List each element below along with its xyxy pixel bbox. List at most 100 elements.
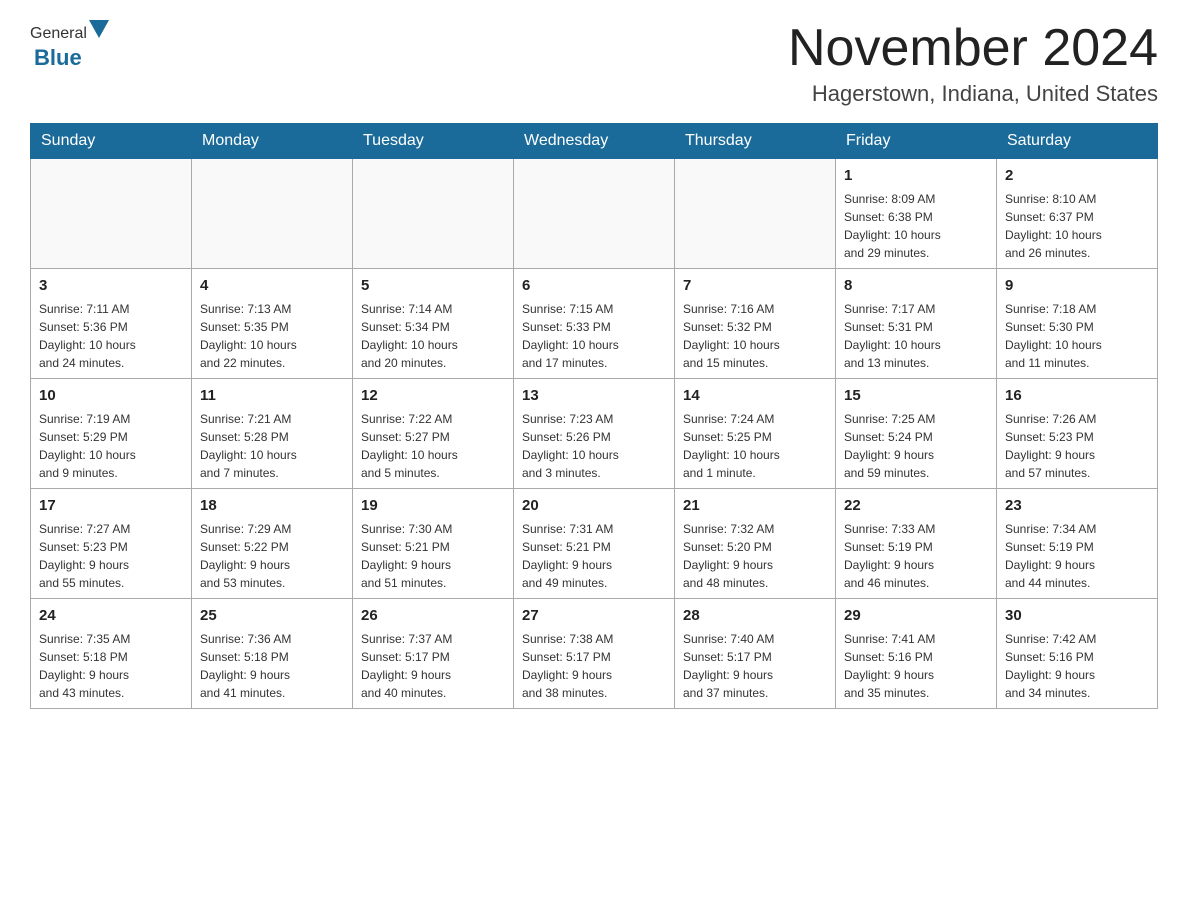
day-number: 5 <box>361 275 505 297</box>
day-info: Sunrise: 7:18 AMSunset: 5:30 PMDaylight:… <box>1005 300 1149 372</box>
day-info: Sunrise: 7:25 AMSunset: 5:24 PMDaylight:… <box>844 410 988 482</box>
logo-blue-text: Blue <box>34 45 82 71</box>
day-number: 12 <box>361 385 505 407</box>
day-info: Sunrise: 7:30 AMSunset: 5:21 PMDaylight:… <box>361 520 505 592</box>
day-of-week-header: Monday <box>192 124 353 159</box>
day-info: Sunrise: 7:29 AMSunset: 5:22 PMDaylight:… <box>200 520 344 592</box>
day-number: 26 <box>361 605 505 627</box>
day-info: Sunrise: 7:19 AMSunset: 5:29 PMDaylight:… <box>39 410 183 482</box>
calendar-cell: 8 Sunrise: 7:17 AMSunset: 5:31 PMDaylight… <box>836 269 997 379</box>
calendar-cell: 29 Sunrise: 7:41 AMSunset: 5:16 PMDayligh… <box>836 599 997 709</box>
calendar-body: 1 Sunrise: 8:09 AMSunset: 6:38 PMDaylight… <box>31 159 1158 709</box>
calendar-cell: 10 Sunrise: 7:19 AMSunset: 5:29 PMDayligh… <box>31 379 192 489</box>
day-number: 23 <box>1005 495 1149 517</box>
calendar-cell: 3Sunrise: 7:11 AMSunset: 5:36 PMDaylight… <box>31 269 192 379</box>
calendar-cell: 5 Sunrise: 7:14 AMSunset: 5:34 PMDaylight… <box>353 269 514 379</box>
day-number: 15 <box>844 385 988 407</box>
calendar-cell: 27 Sunrise: 7:38 AMSunset: 5:17 PMDayligh… <box>514 599 675 709</box>
calendar-cell: 17 Sunrise: 7:27 AMSunset: 5:23 PMDayligh… <box>31 489 192 599</box>
day-number: 11 <box>200 385 344 407</box>
day-info: Sunrise: 7:37 AMSunset: 5:17 PMDaylight:… <box>361 630 505 702</box>
calendar-cell: 2Sunrise: 8:10 AMSunset: 6:37 PMDaylight… <box>997 159 1158 269</box>
day-number: 30 <box>1005 605 1149 627</box>
calendar-cell: 23Sunrise: 7:34 AMSunset: 5:19 PMDayligh… <box>997 489 1158 599</box>
logo: General Blue <box>30 20 111 71</box>
calendar-cell <box>675 159 836 269</box>
calendar-cell: 18Sunrise: 7:29 AMSunset: 5:22 PMDayligh… <box>192 489 353 599</box>
day-info: Sunrise: 7:15 AMSunset: 5:33 PMDaylight:… <box>522 300 666 372</box>
day-number: 13 <box>522 385 666 407</box>
day-number: 4 <box>200 275 344 297</box>
day-number: 17 <box>39 495 183 517</box>
calendar-cell <box>514 159 675 269</box>
day-of-week-header: Sunday <box>31 124 192 159</box>
day-number: 21 <box>683 495 827 517</box>
day-info: Sunrise: 7:16 AMSunset: 5:32 PMDaylight:… <box>683 300 827 372</box>
day-info: Sunrise: 7:33 AMSunset: 5:19 PMDaylight:… <box>844 520 988 592</box>
day-info: Sunrise: 7:22 AMSunset: 5:27 PMDaylight:… <box>361 410 505 482</box>
days-of-week-row: SundayMondayTuesdayWednesdayThursdayFrid… <box>31 124 1158 159</box>
calendar-cell: 22 Sunrise: 7:33 AMSunset: 5:19 PMDayligh… <box>836 489 997 599</box>
day-number: 25 <box>200 605 344 627</box>
day-number: 7 <box>683 275 827 297</box>
day-info: Sunrise: 7:31 AMSunset: 5:21 PMDaylight:… <box>522 520 666 592</box>
day-info: Sunrise: 7:17 AMSunset: 5:31 PMDaylight:… <box>844 300 988 372</box>
calendar-cell: 30 Sunrise: 7:42 AMSunset: 5:16 PMDayligh… <box>997 599 1158 709</box>
day-info: Sunrise: 7:26 AMSunset: 5:23 PMDaylight:… <box>1005 410 1149 482</box>
logo-general-text: General <box>30 25 87 43</box>
day-number: 19 <box>361 495 505 517</box>
calendar-cell <box>31 159 192 269</box>
day-info: Sunrise: 7:42 AMSunset: 5:16 PMDaylight:… <box>1005 630 1149 702</box>
calendar-cell: 7 Sunrise: 7:16 AMSunset: 5:32 PMDaylight… <box>675 269 836 379</box>
day-number: 29 <box>844 605 988 627</box>
calendar-cell: 12 Sunrise: 7:22 AMSunset: 5:27 PMDayligh… <box>353 379 514 489</box>
day-info: Sunrise: 7:14 AMSunset: 5:34 PMDaylight:… <box>361 300 505 372</box>
day-number: 22 <box>844 495 988 517</box>
calendar-cell: 16 Sunrise: 7:26 AMSunset: 5:23 PMDayligh… <box>997 379 1158 489</box>
calendar-cell: 14 Sunrise: 7:24 AMSunset: 5:25 PMDayligh… <box>675 379 836 489</box>
day-info: Sunrise: 7:27 AMSunset: 5:23 PMDaylight:… <box>39 520 183 592</box>
day-info: Sunrise: 7:24 AMSunset: 5:25 PMDaylight:… <box>683 410 827 482</box>
calendar-cell: 1 Sunrise: 8:09 AMSunset: 6:38 PMDaylight… <box>836 159 997 269</box>
day-info: Sunrise: 7:38 AMSunset: 5:17 PMDaylight:… <box>522 630 666 702</box>
day-of-week-header: Friday <box>836 124 997 159</box>
calendar-header: SundayMondayTuesdayWednesdayThursdayFrid… <box>31 124 1158 159</box>
calendar-table: SundayMondayTuesdayWednesdayThursdayFrid… <box>30 123 1158 709</box>
day-number: 28 <box>683 605 827 627</box>
day-number: 1 <box>844 165 988 187</box>
location-title: Hagerstown, Indiana, United States <box>788 81 1158 107</box>
calendar-cell: 11 Sunrise: 7:21 AMSunset: 5:28 PMDayligh… <box>192 379 353 489</box>
day-info: Sunrise: 8:09 AMSunset: 6:38 PMDaylight:… <box>844 190 988 262</box>
calendar-cell <box>353 159 514 269</box>
calendar-week-row: 24Sunrise: 7:35 AMSunset: 5:18 PMDayligh… <box>31 599 1158 709</box>
calendar-cell: 9 Sunrise: 7:18 AMSunset: 5:30 PMDaylight… <box>997 269 1158 379</box>
calendar-cell: 15 Sunrise: 7:25 AMSunset: 5:24 PMDayligh… <box>836 379 997 489</box>
day-info: Sunrise: 7:21 AMSunset: 5:28 PMDaylight:… <box>200 410 344 482</box>
calendar-cell: 20 Sunrise: 7:31 AMSunset: 5:21 PMDayligh… <box>514 489 675 599</box>
month-title: November 2024 <box>788 20 1158 77</box>
day-number: 3 <box>39 275 183 297</box>
day-of-week-header: Wednesday <box>514 124 675 159</box>
calendar-week-row: 10 Sunrise: 7:19 AMSunset: 5:29 PMDayligh… <box>31 379 1158 489</box>
day-info: Sunrise: 7:41 AMSunset: 5:16 PMDaylight:… <box>844 630 988 702</box>
day-of-week-header: Saturday <box>997 124 1158 159</box>
day-number: 20 <box>522 495 666 517</box>
day-number: 16 <box>1005 385 1149 407</box>
calendar-cell: 13Sunrise: 7:23 AMSunset: 5:26 PMDayligh… <box>514 379 675 489</box>
day-number: 14 <box>683 385 827 407</box>
page-header: General Blue November 2024 Hagerstown, I… <box>30 20 1158 107</box>
calendar-cell: 19 Sunrise: 7:30 AMSunset: 5:21 PMDayligh… <box>353 489 514 599</box>
calendar-week-row: 17 Sunrise: 7:27 AMSunset: 5:23 PMDayligh… <box>31 489 1158 599</box>
day-number: 9 <box>1005 275 1149 297</box>
day-info: Sunrise: 7:35 AMSunset: 5:18 PMDaylight:… <box>39 630 183 702</box>
day-number: 6 <box>522 275 666 297</box>
calendar-cell <box>192 159 353 269</box>
day-number: 10 <box>39 385 183 407</box>
calendar-cell: 6 Sunrise: 7:15 AMSunset: 5:33 PMDaylight… <box>514 269 675 379</box>
day-number: 27 <box>522 605 666 627</box>
calendar-cell: 25Sunrise: 7:36 AMSunset: 5:18 PMDayligh… <box>192 599 353 709</box>
calendar-cell: 26 Sunrise: 7:37 AMSunset: 5:17 PMDayligh… <box>353 599 514 709</box>
day-info: Sunrise: 7:40 AMSunset: 5:17 PMDaylight:… <box>683 630 827 702</box>
day-info: Sunrise: 7:32 AMSunset: 5:20 PMDaylight:… <box>683 520 827 592</box>
day-number: 8 <box>844 275 988 297</box>
